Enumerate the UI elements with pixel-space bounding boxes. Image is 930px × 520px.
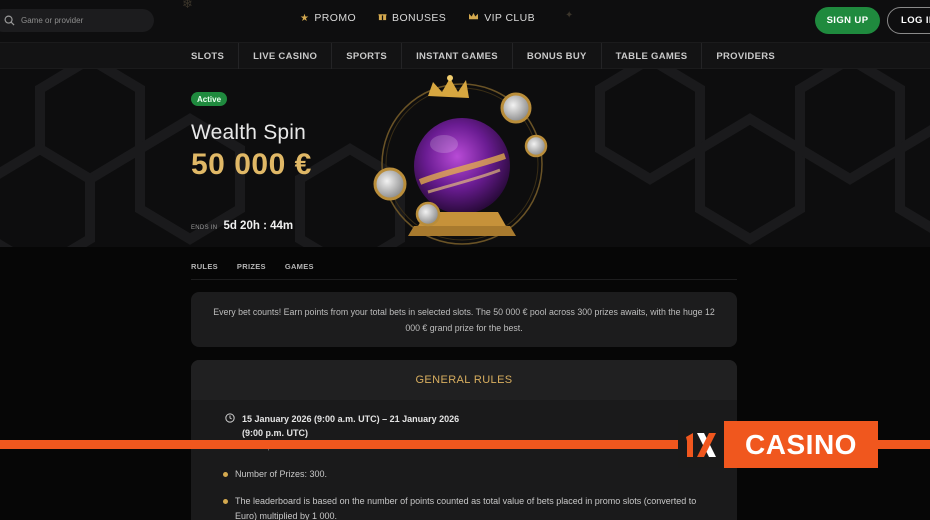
countdown-value: 5d 20h : 44m	[223, 220, 294, 232]
general-rules-heading: GENERAL RULES	[191, 360, 737, 400]
tab-games[interactable]: GAMES	[285, 262, 314, 271]
tab-rules[interactable]: RULES	[191, 262, 218, 271]
ends-in-label: ENDS IN	[191, 225, 218, 231]
category-slots[interactable]: SLOTS	[177, 43, 240, 70]
tournament-dates-text: 15 January 2026 (9:00 a.m. UTC) – 21 Jan…	[242, 414, 460, 438]
category-instant-games[interactable]: INSTANT GAMES	[402, 43, 513, 70]
nav-bonuses[interactable]: BONUSES	[378, 12, 446, 24]
star-icon: ★	[300, 12, 310, 24]
category-sports[interactable]: SPORTS	[332, 43, 403, 70]
category-nav: SLOTS LIVE CASINO SPORTS INSTANT GAMES B…	[0, 42, 930, 70]
watermark-logo: CASINO	[678, 421, 878, 468]
search-box[interactable]	[0, 9, 154, 32]
countdown: ENDS IN 5d 20h : 44m	[191, 220, 293, 232]
prize-pool-amount: 50 000 €	[191, 148, 312, 181]
nav-promo[interactable]: ★ PROMO	[300, 12, 356, 24]
log-in-button[interactable]: LOG IN	[887, 7, 930, 34]
watermark-mark-icon	[678, 421, 724, 468]
crown-icon	[468, 12, 479, 24]
tournament-tabs: RULES PRIZES GAMES	[191, 262, 314, 271]
search-input[interactable]	[21, 16, 141, 25]
crystal-ball-illustration	[373, 75, 548, 245]
list-item: The leaderboard is based on the number o…	[223, 494, 713, 520]
tournament-dates: 15 January 2026 (9:00 a.m. UTC) – 21 Jan…	[225, 412, 462, 440]
sign-up-button[interactable]: SIGN UP	[815, 7, 880, 34]
nav-vip-club[interactable]: VIP CLUB	[468, 12, 535, 24]
gift-icon	[378, 12, 387, 24]
tabs-divider	[191, 279, 737, 280]
sparkle-decoration-icon: ✦	[565, 10, 574, 21]
category-live-casino[interactable]: LIVE CASINO	[239, 43, 333, 70]
tournament-title: Wealth Spin	[191, 121, 307, 144]
nav-promo-label: PROMO	[314, 12, 357, 24]
clock-icon	[225, 413, 235, 423]
category-table-games[interactable]: TABLE GAMES	[602, 43, 703, 70]
snowflake-decoration-icon: ❄	[182, 0, 193, 11]
status-badge: Active	[191, 92, 228, 106]
watermark-text: CASINO	[724, 421, 878, 468]
top-nav: ★ PROMO BONUSES VIP CLUB	[300, 12, 535, 24]
promo-description-text: Every bet counts! Earn points from your …	[213, 306, 715, 333]
promo-description-card: Every bet counts! Earn points from your …	[191, 292, 737, 347]
nav-vip-club-label: VIP CLUB	[484, 12, 536, 24]
tournament-hero-banner: Active Wealth Spin 50 000 € ENDS IN 5d 2…	[0, 69, 930, 247]
nav-bonuses-label: BONUSES	[392, 12, 447, 24]
top-bar: ❄ ✦ ★ PROMO BONUSES VIP CLUB SIGN UP LOG…	[0, 0, 930, 42]
tab-prizes[interactable]: PRIZES	[237, 262, 266, 271]
search-icon	[4, 15, 15, 26]
rules-list: Number of Prizes: 300. The leaderboard i…	[223, 467, 713, 520]
category-providers[interactable]: PROVIDERS	[702, 43, 789, 70]
category-bonus-buy[interactable]: BONUS BUY	[513, 43, 602, 70]
list-item: Number of Prizes: 300.	[223, 467, 713, 482]
